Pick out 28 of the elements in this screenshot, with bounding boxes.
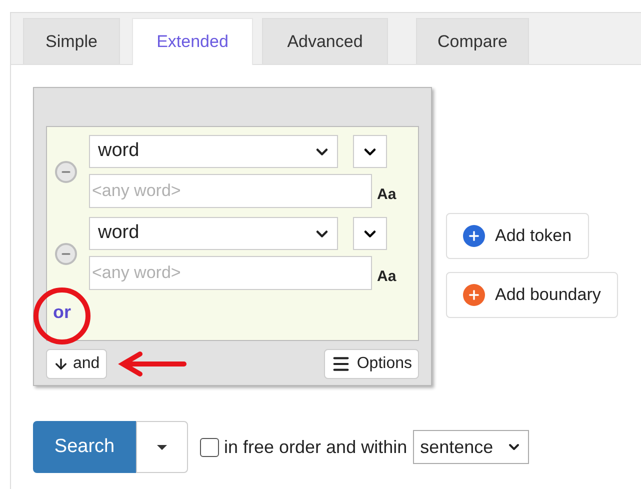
free-order-checkbox[interactable] — [200, 438, 219, 456]
pointer-arrow — [118, 351, 188, 377]
word-input[interactable]: <any word> — [89, 256, 372, 290]
case-toggle[interactable]: Aa — [377, 266, 396, 288]
or-link[interactable]: or — [53, 299, 418, 326]
attribute-select[interactable]: word — [89, 217, 338, 250]
menu-icon — [330, 354, 351, 374]
arrow-down-icon — [53, 356, 69, 372]
add-button[interactable]: Add token — [446, 213, 589, 259]
tab[interactable]: Advanced — [262, 18, 388, 64]
options-button[interactable]: Options — [324, 349, 419, 379]
word-input[interactable]: <any word> — [89, 174, 372, 208]
within-select[interactable]: sentence — [413, 430, 530, 464]
tab[interactable]: Compare — [416, 18, 529, 64]
attribute-select[interactable]: word — [89, 135, 338, 168]
highlight-circle — [32, 286, 92, 346]
plus-icon — [463, 225, 485, 247]
operator-select[interactable] — [353, 135, 387, 168]
operator-select[interactable] — [353, 217, 387, 250]
and-button[interactable]: and — [46, 349, 107, 379]
free-order-label: in free order and within — [224, 436, 408, 458]
tab[interactable]: Extended — [132, 18, 253, 65]
add-button[interactable]: Add boundary — [446, 272, 618, 318]
plus-icon — [463, 284, 485, 306]
search-button[interactable]: Search — [33, 421, 136, 473]
case-toggle[interactable]: Aa — [377, 184, 396, 206]
tab[interactable]: Simple — [23, 18, 120, 64]
caret-icon — [157, 444, 167, 450]
